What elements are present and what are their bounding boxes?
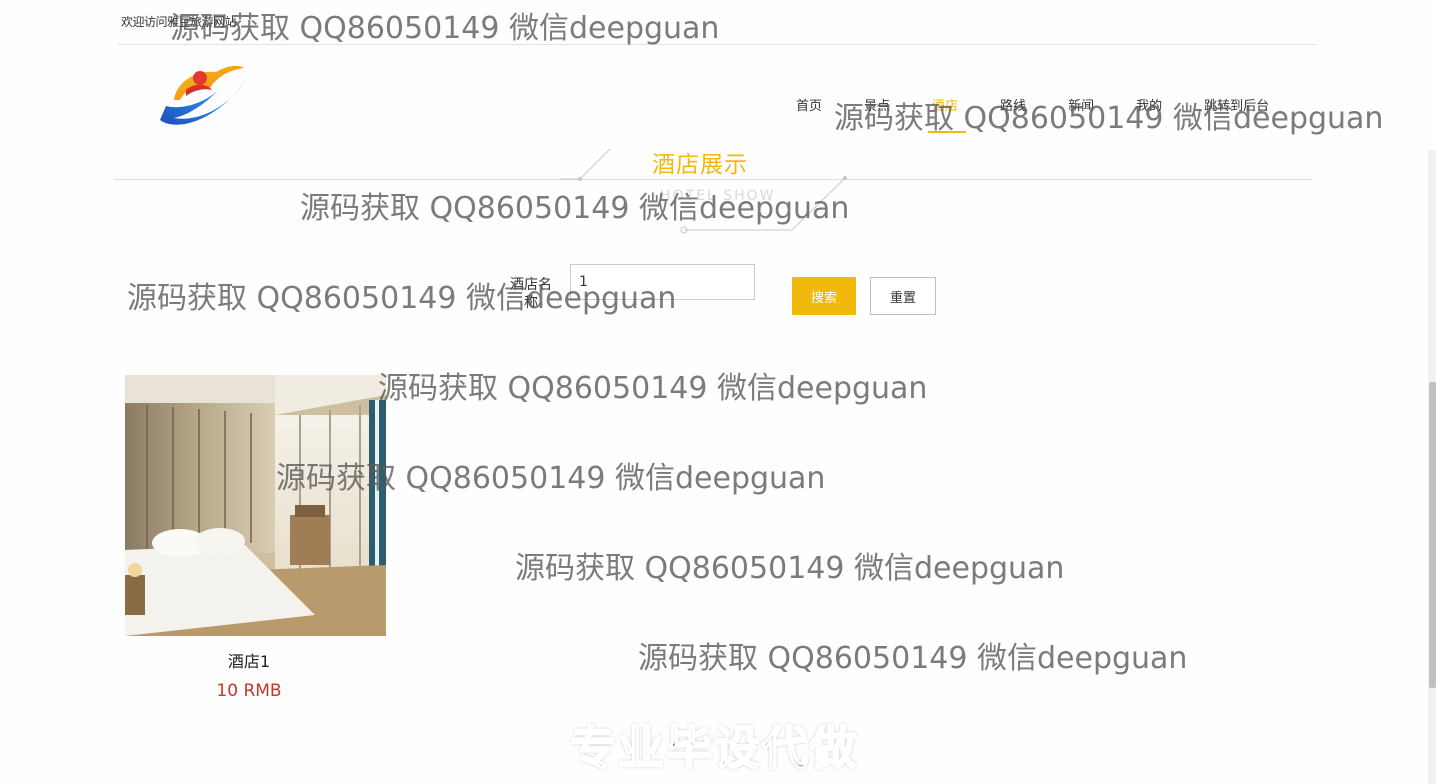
scrollbar-thumb[interactable] <box>1429 382 1436 688</box>
watermark-text: 源码获取 QQ86050149 微信deepguan <box>276 461 826 496</box>
hotel-name[interactable]: 酒店1 <box>125 648 373 672</box>
reset-button[interactable]: 重置 <box>870 277 936 315</box>
watermark-text: 源码获取 QQ86050149 微信deepguan <box>127 281 677 316</box>
watermark-text: 源码获取 QQ86050149 微信deepguan <box>515 551 1065 586</box>
nav-home[interactable]: 首页 <box>796 95 822 125</box>
banner-watermark: 专业毕设代做 <box>569 720 858 776</box>
search-button[interactable]: 搜索 <box>792 277 856 315</box>
watermark-text: 源码获取 QQ86050149 微信deepguan <box>638 641 1188 676</box>
section-title: 酒店展示 <box>652 152 748 178</box>
watermark-text: 源码获取 QQ86050149 微信deepguan <box>170 11 720 46</box>
watermark-text: 源码获取 QQ86050149 微信deepguan <box>300 191 850 226</box>
site-logo[interactable] <box>156 60 252 136</box>
hotel-price: 10 RMB <box>216 681 282 701</box>
hotel-image[interactable] <box>125 375 386 636</box>
watermark-text: 源码获取 QQ86050149 微信deepguan <box>378 371 928 406</box>
watermark-text: 源码获取 QQ86050149 微信deepguan <box>834 101 1384 136</box>
